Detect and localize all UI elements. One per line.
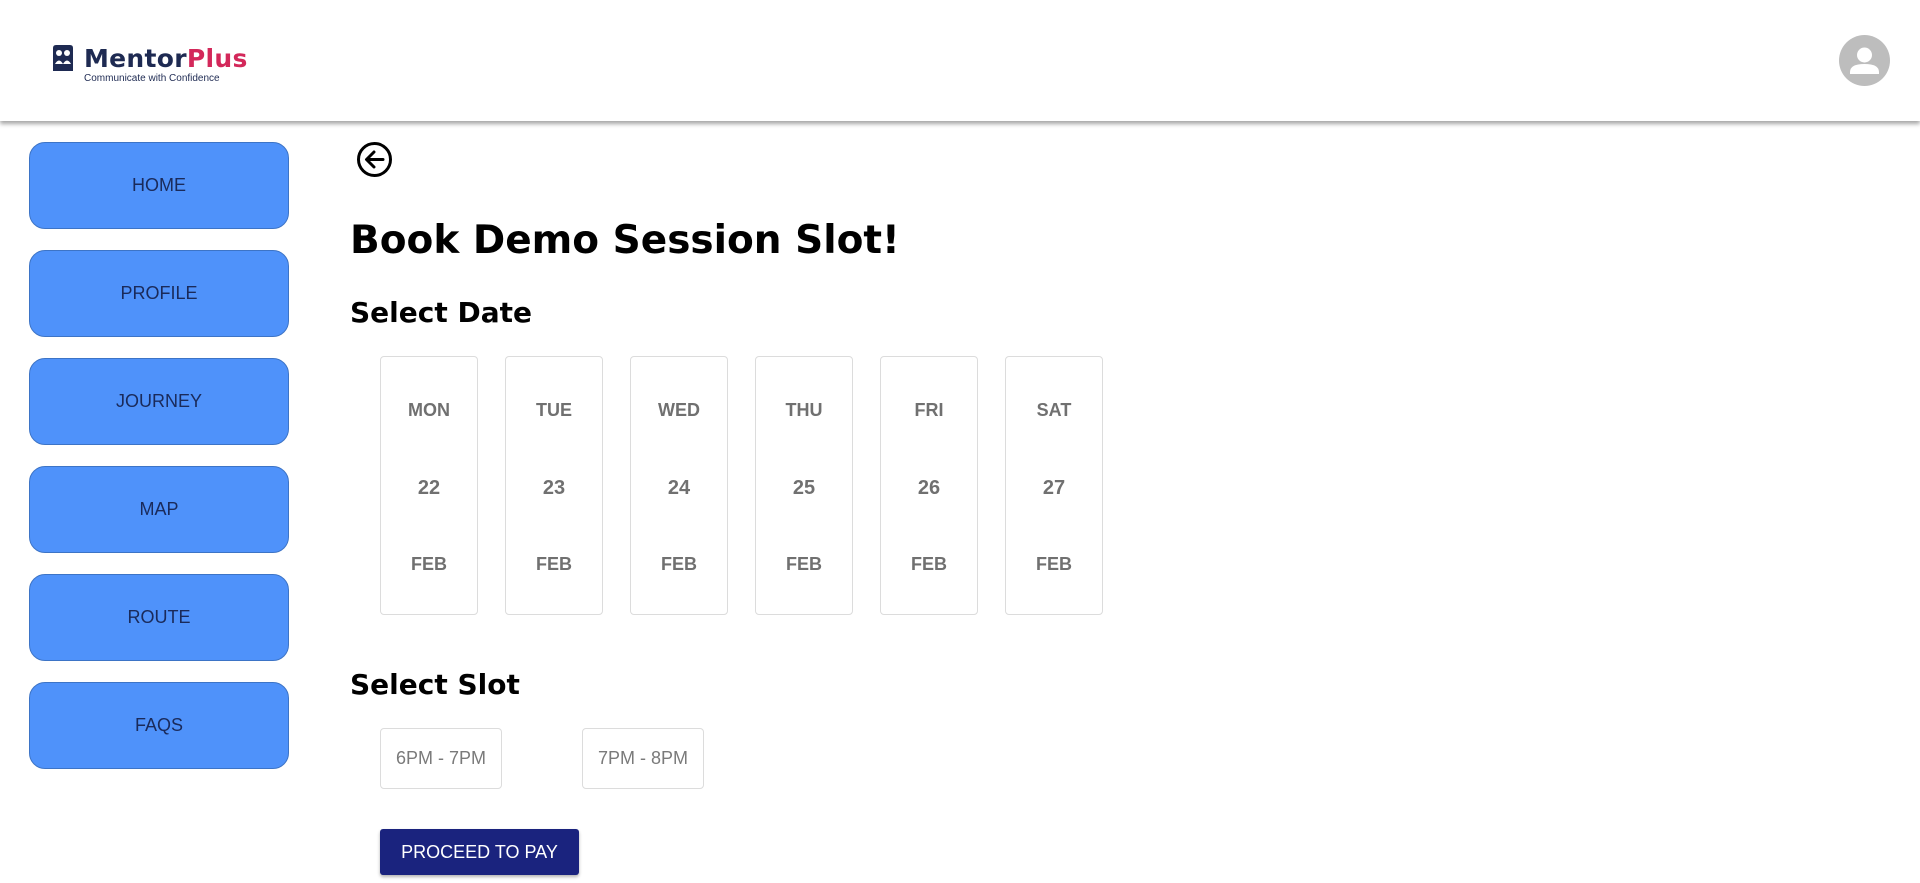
date-card-fri-26[interactable]: FRI 26 FEB [880,356,978,615]
time-slot-7pm-8pm[interactable]: 7PM - 8PM [582,728,704,789]
date-weekday: TUE [536,400,572,420]
date-weekday: MON [408,400,450,420]
mentorplus-logo[interactable]: MentorPlus Communicate with Confidence [50,42,247,86]
brand-name: MentorPlus [84,42,248,76]
sidebar-item-home[interactable]: HOME [29,142,289,229]
date-month: FEB [661,554,697,574]
date-day: 24 [667,477,691,499]
user-avatar-button[interactable] [1839,35,1890,86]
date-month: FEB [1036,554,1072,574]
date-weekday: THU [785,400,823,420]
brand-tagline: Communicate with Confidence [84,73,220,84]
date-day: 25 [792,477,816,499]
date-card-mon-22[interactable]: MON 22 FEB [380,356,478,615]
date-month: FEB [411,554,447,574]
date-weekday: FRI [914,400,944,420]
time-slot-6pm-7pm[interactable]: 6PM - 7PM [380,728,502,789]
date-day: 22 [417,477,441,499]
logo-mark-icon [53,45,73,71]
page-title: Book Demo Session Slot! [350,218,900,263]
date-card-wed-24[interactable]: WED 24 FEB [630,356,728,615]
date-month: FEB [786,554,822,574]
sidebar-item-journey[interactable]: JOURNEY [29,358,289,445]
sidebar-nav: HOME PROFILE JOURNEY MAP ROUTE FAQS [29,142,291,790]
select-date-heading: Select Date [350,296,532,329]
date-day: 26 [917,477,941,499]
date-day: 27 [1042,477,1066,499]
sidebar-item-route[interactable]: ROUTE [29,574,289,661]
date-card-thu-25[interactable]: THU 25 FEB [755,356,853,615]
arrow-left-circle-icon [357,142,392,177]
date-card-sat-27[interactable]: SAT 27 FEB [1005,356,1103,615]
select-slot-heading: Select Slot [350,668,520,701]
user-avatar-icon [1850,47,1879,74]
date-weekday: SAT [1036,400,1072,420]
top-header: MentorPlus Communicate with Confidence [0,0,1920,121]
back-button[interactable] [356,141,393,178]
date-month: FEB [536,554,572,574]
date-weekday: WED [658,400,700,420]
brand-name-part2: Plus [186,44,248,73]
date-month: FEB [911,554,947,574]
date-card-tue-23[interactable]: TUE 23 FEB [505,356,603,615]
sidebar-item-faqs[interactable]: FAQS [29,682,289,769]
date-day: 23 [542,477,566,499]
sidebar-item-profile[interactable]: PROFILE [29,250,289,337]
sidebar-item-map[interactable]: MAP [29,466,289,553]
proceed-to-pay-button[interactable]: PROCEED TO PAY [380,829,579,875]
brand-name-part1: Mentor [84,44,187,73]
date-picker: MON 22 FEB TUE 23 FEB WED 24 FEB THU 25 … [380,356,1130,615]
